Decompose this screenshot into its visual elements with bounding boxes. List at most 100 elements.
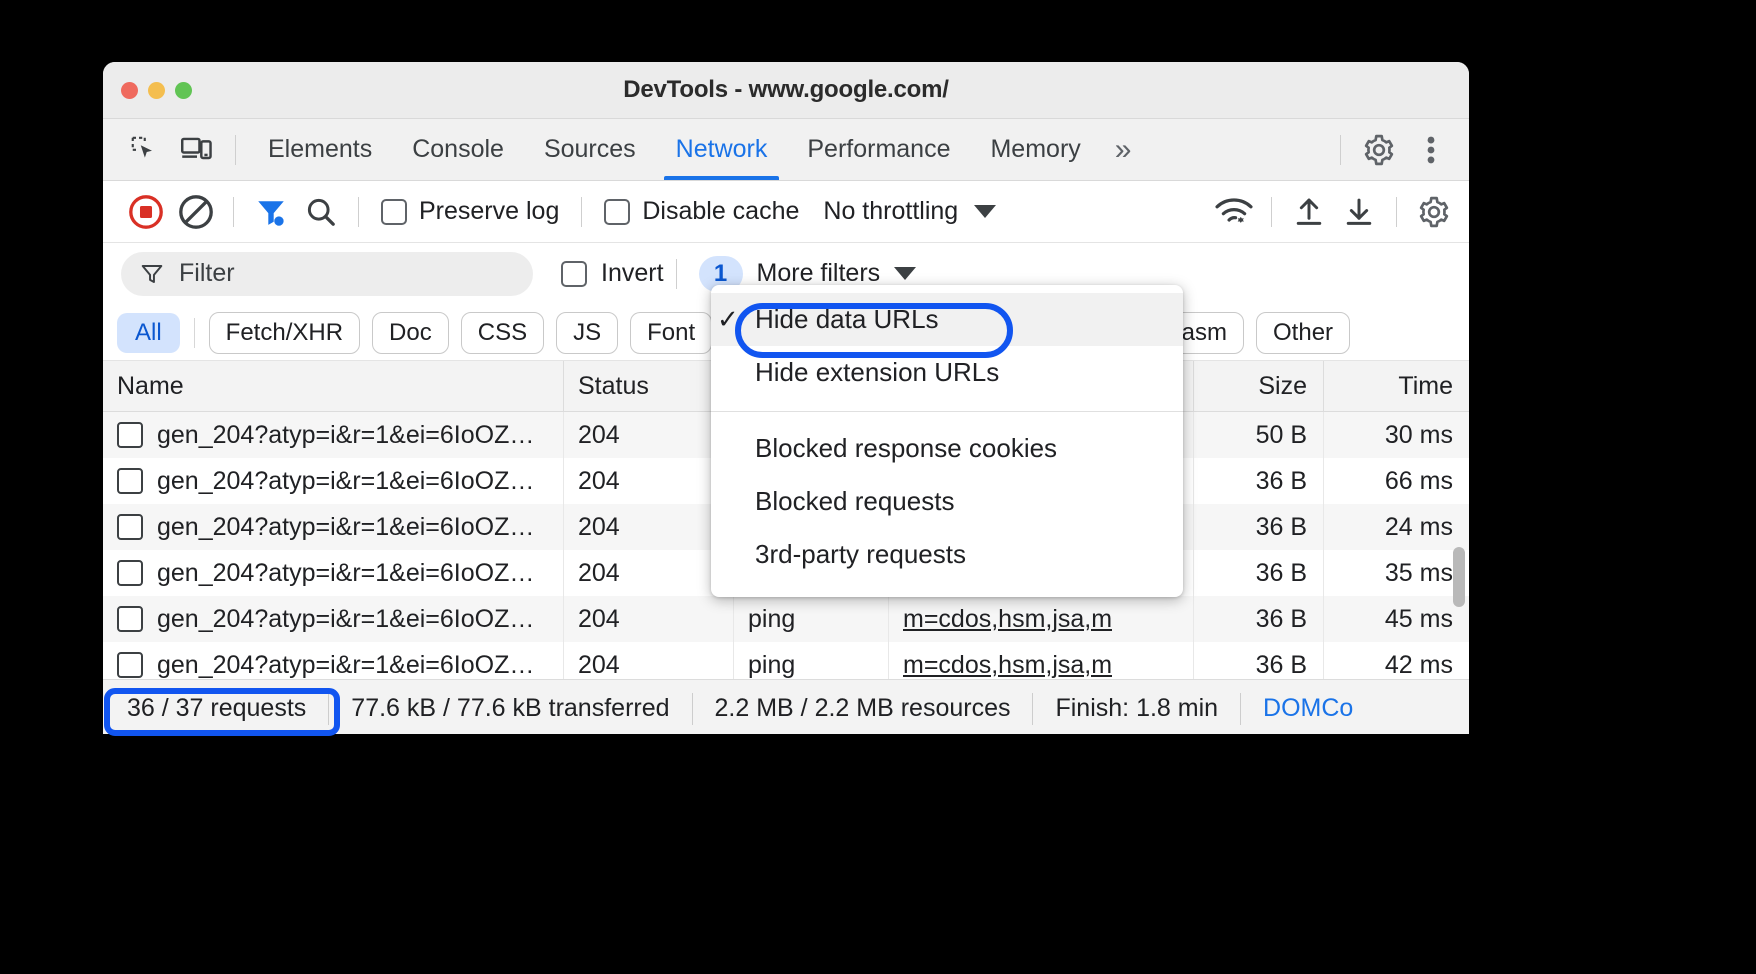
invert-box[interactable] bbox=[561, 261, 587, 287]
row-checkbox[interactable] bbox=[117, 514, 143, 540]
cell-size: 36 B bbox=[1193, 504, 1323, 550]
invert-checkbox[interactable]: Invert bbox=[561, 259, 664, 288]
tab-elements-label: Elements bbox=[268, 135, 372, 164]
export-har-icon[interactable] bbox=[1334, 187, 1384, 237]
menu-item-3rd-party-requests-label: 3rd-party requests bbox=[755, 539, 966, 570]
cell-name: gen_204?atyp=i&r=1&ei=6IoOZ… bbox=[157, 651, 534, 680]
device-toolbar-icon[interactable] bbox=[171, 127, 223, 173]
menu-item-3rd-party-requests[interactable]: 3rd-party requests bbox=[711, 528, 1183, 581]
filter-funnel-icon bbox=[139, 261, 165, 287]
tab-network-label: Network bbox=[676, 135, 768, 164]
cell-time: 35 ms bbox=[1323, 550, 1469, 596]
cell-status: 204 bbox=[563, 596, 733, 642]
footer-divider-2 bbox=[692, 693, 693, 725]
menu-item-hide-extension-urls[interactable]: Hide extension URLs bbox=[711, 346, 1183, 399]
requests-count: 36 / 37 requests bbox=[127, 694, 306, 723]
filter-row-divider bbox=[676, 259, 677, 289]
tabbar-right-divider bbox=[1340, 135, 1341, 165]
chip-css[interactable]: CSS bbox=[461, 312, 544, 354]
cell-time: 30 ms bbox=[1323, 412, 1469, 458]
column-header-size[interactable]: Size bbox=[1193, 361, 1323, 411]
check-icon: ✓ bbox=[717, 304, 755, 335]
chevron-down-icon[interactable] bbox=[894, 267, 916, 280]
chevron-down-icon[interactable] bbox=[974, 205, 996, 218]
cell-status: 204 bbox=[563, 504, 733, 550]
inspect-element-icon[interactable] bbox=[119, 127, 171, 173]
tab-console[interactable]: Console bbox=[392, 120, 524, 180]
filter-icon[interactable] bbox=[246, 187, 296, 237]
tab-sources[interactable]: Sources bbox=[524, 120, 656, 180]
row-checkbox[interactable] bbox=[117, 422, 143, 448]
more-filters-menu: ✓ Hide data URLs Hide extension URLs Blo… bbox=[711, 285, 1183, 597]
traffic-lights bbox=[121, 82, 192, 99]
network-conditions-icon[interactable] bbox=[1209, 187, 1259, 237]
tab-network[interactable]: Network bbox=[656, 120, 788, 180]
toolbar-divider-3 bbox=[581, 197, 582, 227]
zoom-window-button[interactable] bbox=[175, 82, 192, 99]
window-titlebar: DevTools - www.google.com/ bbox=[103, 62, 1469, 119]
invert-label: Invert bbox=[601, 259, 664, 288]
toolbar-divider-5 bbox=[1396, 197, 1397, 227]
cell-status: 204 bbox=[563, 458, 733, 504]
transferred-size: 77.6 kB / 77.6 kB transferred bbox=[351, 694, 669, 723]
domcontentloaded-time: DOMCo bbox=[1263, 694, 1353, 723]
row-checkbox[interactable] bbox=[117, 560, 143, 586]
import-har-icon[interactable] bbox=[1284, 187, 1334, 237]
devtools-tabbar: Elements Console Sources Network Perform… bbox=[103, 119, 1469, 181]
network-settings-gear-icon[interactable] bbox=[1409, 187, 1459, 237]
row-checkbox[interactable] bbox=[117, 606, 143, 632]
column-header-status[interactable]: Status bbox=[563, 361, 733, 411]
vertical-scrollbar[interactable] bbox=[1453, 547, 1465, 607]
cell-time: 66 ms bbox=[1323, 458, 1469, 504]
filter-input-placeholder: Filter bbox=[179, 259, 235, 288]
row-checkbox[interactable] bbox=[117, 468, 143, 494]
preserve-log-box[interactable] bbox=[381, 199, 407, 225]
disable-cache-checkbox[interactable]: Disable cache bbox=[594, 197, 809, 226]
tab-performance[interactable]: Performance bbox=[787, 120, 970, 180]
table-row[interactable]: gen_204?atyp=i&r=1&ei=6IoOZ… 204 ping m=… bbox=[103, 642, 1469, 679]
row-checkbox[interactable] bbox=[117, 652, 143, 678]
more-options-icon[interactable] bbox=[1405, 127, 1457, 173]
minimize-window-button[interactable] bbox=[148, 82, 165, 99]
column-header-name[interactable]: Name bbox=[103, 372, 563, 401]
cell-name: gen_204?atyp=i&r=1&ei=6IoOZ… bbox=[157, 605, 534, 634]
throttling-value: No throttling bbox=[823, 197, 958, 226]
chip-font[interactable]: Font bbox=[630, 312, 712, 354]
cell-time: 42 ms bbox=[1323, 642, 1469, 679]
disable-cache-label: Disable cache bbox=[642, 197, 799, 226]
cell-initiator[interactable]: m=cdos,hsm,jsa,m bbox=[903, 605, 1112, 634]
chip-doc[interactable]: Doc bbox=[372, 312, 449, 354]
chip-other[interactable]: Other bbox=[1256, 312, 1350, 354]
cell-size: 36 B bbox=[1193, 642, 1323, 679]
menu-item-hide-data-urls[interactable]: ✓ Hide data URLs bbox=[711, 293, 1183, 346]
cell-time: 24 ms bbox=[1323, 504, 1469, 550]
table-row[interactable]: gen_204?atyp=i&r=1&ei=6IoOZ… 204 ping m=… bbox=[103, 596, 1469, 642]
disable-cache-box[interactable] bbox=[604, 199, 630, 225]
preserve-log-checkbox[interactable]: Preserve log bbox=[371, 197, 569, 226]
menu-item-blocked-requests[interactable]: Blocked requests bbox=[711, 475, 1183, 528]
cell-name: gen_204?atyp=i&r=1&ei=6IoOZ… bbox=[157, 421, 534, 450]
chip-js[interactable]: JS bbox=[556, 312, 618, 354]
column-header-time[interactable]: Time bbox=[1323, 361, 1469, 411]
tab-sources-label: Sources bbox=[544, 135, 636, 164]
search-input[interactable]: Filter bbox=[121, 252, 533, 296]
chip-fetch-xhr[interactable]: Fetch/XHR bbox=[209, 312, 360, 354]
cell-size: 36 B bbox=[1193, 458, 1323, 504]
more-tabs-icon[interactable]: » bbox=[1101, 133, 1142, 167]
clear-button[interactable] bbox=[171, 187, 221, 237]
search-icon[interactable] bbox=[296, 187, 346, 237]
cell-name: gen_204?atyp=i&r=1&ei=6IoOZ… bbox=[157, 467, 534, 496]
tab-console-label: Console bbox=[412, 135, 504, 164]
throttling-select[interactable]: No throttling bbox=[809, 197, 1002, 226]
tab-memory[interactable]: Memory bbox=[970, 120, 1100, 180]
settings-gear-icon[interactable] bbox=[1353, 127, 1405, 173]
cell-status: 204 bbox=[563, 412, 733, 458]
footer-divider-3 bbox=[1032, 693, 1033, 725]
menu-item-blocked-response-cookies[interactable]: Blocked response cookies bbox=[711, 422, 1183, 475]
chip-all[interactable]: All bbox=[117, 313, 180, 353]
tab-elements[interactable]: Elements bbox=[248, 120, 392, 180]
close-window-button[interactable] bbox=[121, 82, 138, 99]
record-stop-button[interactable] bbox=[121, 187, 171, 237]
cell-initiator[interactable]: m=cdos,hsm,jsa,m bbox=[903, 651, 1112, 680]
preserve-log-label: Preserve log bbox=[419, 197, 559, 226]
